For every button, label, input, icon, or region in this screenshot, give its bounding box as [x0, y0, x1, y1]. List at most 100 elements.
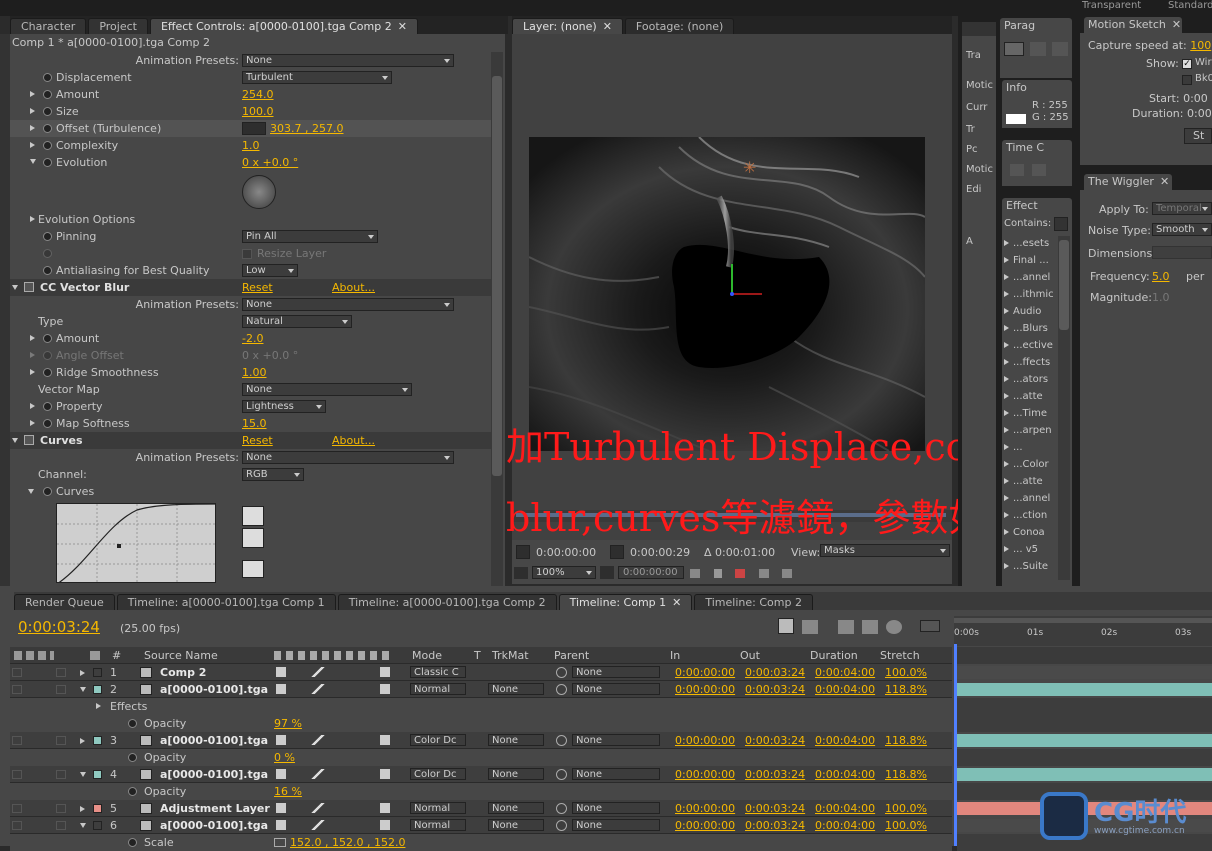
twirl-icon[interactable]: [30, 369, 35, 375]
preset-dropdown[interactable]: None: [242, 451, 454, 464]
twirl-icon[interactable]: [30, 159, 36, 164]
header-parent[interactable]: Parent: [554, 647, 589, 664]
align-right-icon[interactable]: [1052, 42, 1068, 56]
property-value[interactable]: 97 %: [274, 715, 302, 732]
quality-icon[interactable]: [306, 667, 330, 677]
grid-icon[interactable]: [758, 569, 769, 578]
mode-dropdown[interactable]: Classic C: [410, 666, 466, 678]
in-time[interactable]: 0:00:00:00: [675, 732, 735, 749]
video-toggle[interactable]: [12, 821, 22, 830]
stopwatch-icon[interactable]: [43, 107, 52, 116]
in-time[interactable]: 0:00:00:00: [675, 681, 735, 698]
param-value[interactable]: 15.0: [242, 415, 267, 432]
table-row[interactable]: 1 Comp 2 Classic C None 0:00:00:00 0:00:03:24…: [10, 664, 952, 681]
twirl-icon[interactable]: [12, 285, 18, 290]
header-in[interactable]: In: [670, 647, 680, 664]
twirl-icon[interactable]: [30, 352, 35, 358]
video-toggle[interactable]: [12, 804, 22, 813]
twirl-icon[interactable]: [1004, 240, 1009, 246]
lock-toggle[interactable]: [56, 821, 66, 830]
shy-icon[interactable]: [276, 803, 286, 813]
video-toggle[interactable]: [12, 770, 22, 779]
ec-scroll-thumb[interactable]: [492, 76, 502, 476]
twirl-icon[interactable]: [30, 91, 35, 97]
param-value[interactable]: 303.7 , 257.0: [270, 120, 343, 137]
layer-duration-bar[interactable]: [957, 666, 1212, 679]
align-left-icon[interactable]: [1004, 42, 1024, 56]
stopwatch-icon[interactable]: [43, 90, 52, 99]
parent-dropdown[interactable]: None: [572, 768, 660, 780]
stopwatch-icon[interactable]: [43, 249, 52, 258]
param-dropdown[interactable]: Natural: [242, 315, 352, 328]
tab-time-controls[interactable]: Time C: [1002, 140, 1072, 156]
effects-category-item[interactable]: ...atte: [1004, 474, 1058, 490]
effects-scrollbar[interactable]: [1058, 236, 1070, 580]
effects-category-item[interactable]: ...Blurs: [1004, 321, 1058, 337]
in-time[interactable]: 0:00:00:00: [675, 664, 735, 681]
pickwhip-icon[interactable]: [556, 769, 567, 780]
duration-time[interactable]: 0:00:04:00: [815, 800, 875, 817]
effects-category-item[interactable]: ...ective: [1004, 338, 1058, 354]
out-time[interactable]: 0:00:03:24: [745, 817, 805, 834]
mode-dropdown[interactable]: Normal: [410, 683, 466, 695]
stopwatch-icon[interactable]: [43, 141, 52, 150]
trkmat-dropdown[interactable]: None: [488, 734, 544, 746]
pickwhip-icon[interactable]: [556, 820, 567, 831]
effects-category-item[interactable]: ...: [1004, 440, 1058, 456]
layer-duration-bar[interactable]: [957, 768, 1212, 781]
pickwhip-icon[interactable]: [556, 684, 567, 695]
parent-dropdown[interactable]: None: [572, 683, 660, 695]
param-value[interactable]: 1.0: [242, 137, 260, 154]
capture-value[interactable]: 100: [1190, 39, 1211, 52]
effects-category-item[interactable]: ...Suite: [1004, 559, 1058, 575]
label-color-swatch[interactable]: [93, 770, 102, 779]
twirl-icon[interactable]: [1004, 444, 1009, 450]
lock-toggle[interactable]: [56, 685, 66, 694]
twirl-icon[interactable]: [80, 806, 85, 812]
layer-name[interactable]: a[0000-0100].tga: [160, 817, 268, 834]
parent-dropdown[interactable]: None: [572, 666, 660, 678]
pickwhip-icon[interactable]: [556, 803, 567, 814]
work-area[interactable]: [954, 618, 1212, 623]
resize-checkbox[interactable]: [242, 249, 252, 259]
twirl-icon[interactable]: [1004, 257, 1009, 263]
duration-time[interactable]: 0:00:04:00: [815, 664, 875, 681]
parent-dropdown[interactable]: None: [572, 734, 660, 746]
out-point-icon[interactable]: [610, 545, 624, 559]
mode-dropdown[interactable]: Normal: [410, 802, 466, 814]
twirl-icon[interactable]: [80, 823, 86, 828]
close-icon[interactable]: ✕: [603, 20, 612, 33]
region-icon[interactable]: [782, 569, 792, 578]
twirl-icon[interactable]: [1004, 376, 1009, 382]
param-dropdown[interactable]: Turbulent: [242, 71, 392, 84]
3d-layer-icon[interactable]: [380, 667, 390, 677]
duration-time[interactable]: 0:00:04:00: [815, 681, 875, 698]
person-icon[interactable]: [713, 569, 722, 578]
out-time[interactable]: 0:00:03:24: [745, 732, 805, 749]
in-time[interactable]: 0:00:00:00: [675, 766, 735, 783]
fx-toggle-icon[interactable]: [24, 282, 34, 292]
twirl-icon[interactable]: [30, 108, 35, 114]
lock-toggle[interactable]: [56, 736, 66, 745]
tab-timeline-comp2[interactable]: Timeline: Comp 2: [694, 594, 813, 610]
mode-dropdown[interactable]: Color Dc: [410, 768, 466, 780]
label-color-swatch[interactable]: [93, 804, 102, 813]
header-mode[interactable]: Mode: [412, 647, 442, 664]
twirl-icon[interactable]: [1004, 512, 1009, 518]
param-dropdown[interactable]: Pin All: [242, 230, 378, 243]
effects-category-item[interactable]: ...ators: [1004, 372, 1058, 388]
effects-category-item[interactable]: ...ffects: [1004, 355, 1058, 371]
twirl-icon[interactable]: [1004, 393, 1009, 399]
background-checkbox[interactable]: [1182, 75, 1192, 85]
close-icon[interactable]: ✕: [672, 596, 681, 609]
twirl-icon[interactable]: [1004, 274, 1009, 280]
stopwatch-icon[interactable]: [43, 487, 52, 496]
header-stretch[interactable]: Stretch: [880, 647, 920, 664]
param-value[interactable]: 254.0: [242, 86, 274, 103]
shy-icon[interactable]: [276, 820, 286, 830]
trkmat-dropdown[interactable]: None: [488, 683, 544, 695]
param-value[interactable]: 0 x +0.0 °: [242, 154, 298, 171]
start-capture-button[interactable]: St: [1184, 128, 1212, 144]
twirl-icon[interactable]: [80, 687, 86, 692]
stopwatch-icon[interactable]: [43, 419, 52, 428]
